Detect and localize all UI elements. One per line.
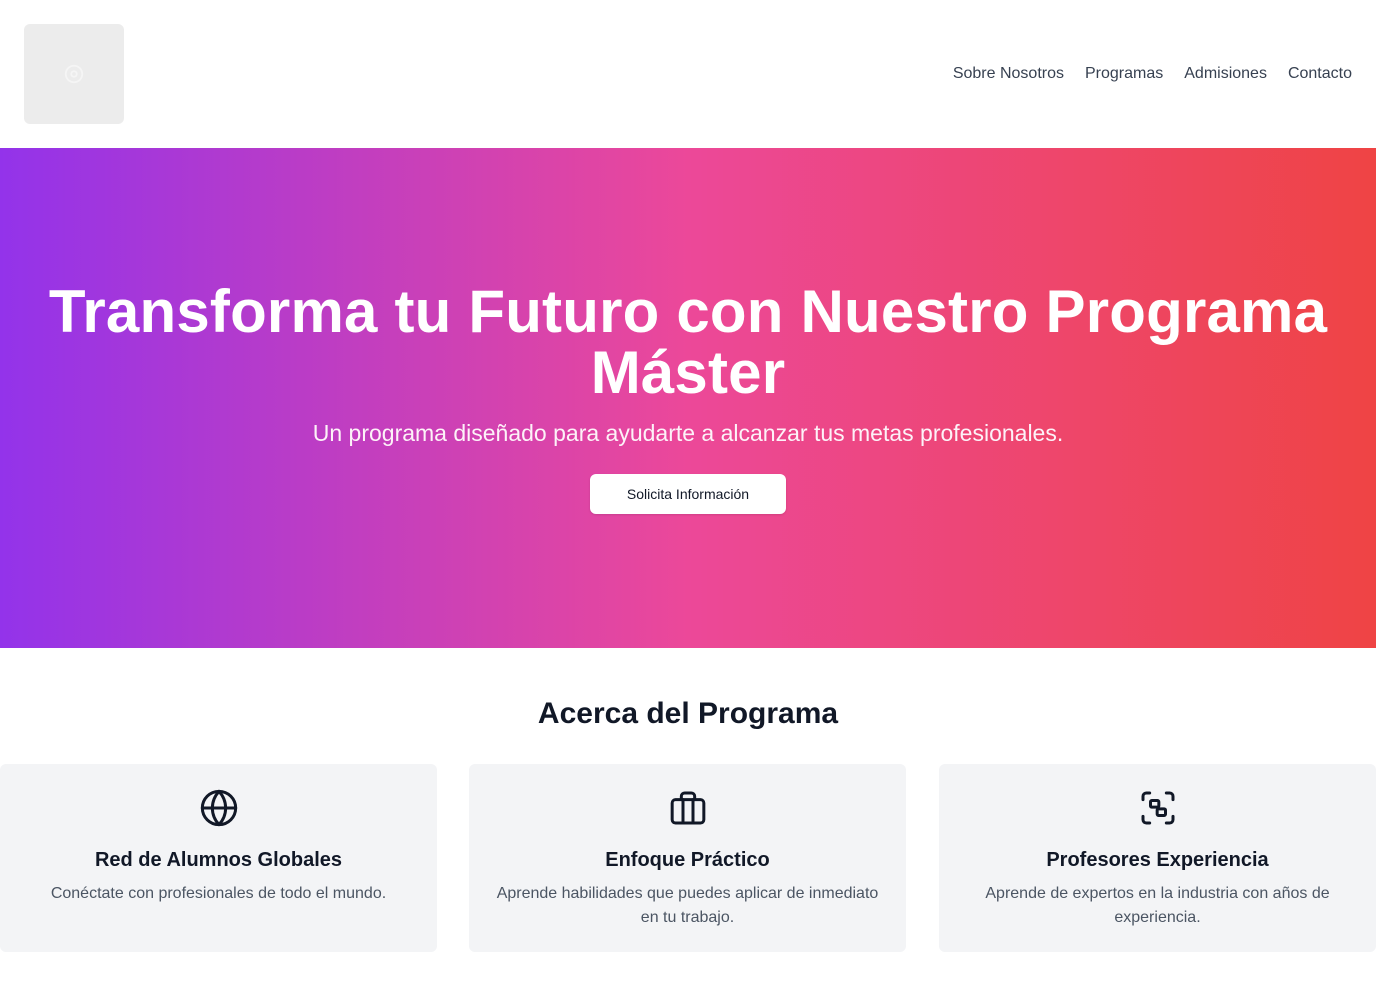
card-text: Aprende de expertos en la industria con … <box>985 885 1330 926</box>
feature-card-global-network: Red de Alumnos Globales Conéctate con pr… <box>0 764 437 952</box>
card-text: Aprende habilidades que puedes aplicar d… <box>496 885 879 926</box>
briefcase-icon <box>670 791 705 825</box>
logo[interactable] <box>24 24 124 124</box>
site-header: Sobre Nosotros Programas Admisiones Cont… <box>0 0 1376 148</box>
main-nav: Sobre Nosotros Programas Admisiones Cont… <box>953 62 1352 86</box>
card-title: Profesores Experiencia <box>1046 849 1269 871</box>
feature-card-experienced-faculty: Profesores Experiencia Aprende de expert… <box>939 764 1376 952</box>
card-text: Conéctate con profesionales de todo el m… <box>50 885 387 902</box>
feature-card-practical-approach: Enfoque Práctico Aprende habilidades que… <box>469 764 906 952</box>
hero-section: Transforma tu Futuro con Nuestro Program… <box>0 148 1376 648</box>
request-info-button[interactable]: Solicita Información <box>590 474 786 514</box>
hero-title: Transforma tu Futuro con Nuestro Program… <box>48 278 1328 406</box>
card-title: Red de Alumnos Globales <box>94 849 343 871</box>
hero-subtitle: Un programa diseñado para ayudarte a alc… <box>312 420 1064 446</box>
card-title: Enfoque Práctico <box>605 849 770 871</box>
scan-icon <box>1141 791 1174 825</box>
nav-programas[interactable]: Programas <box>1085 62 1163 86</box>
globe-icon <box>200 789 237 827</box>
image-placeholder-icon <box>64 64 84 84</box>
nav-admisiones[interactable]: Admisiones <box>1184 62 1267 86</box>
nav-contacto[interactable]: Contacto <box>1288 62 1352 86</box>
about-section-title: Acerca del Programa <box>537 697 839 730</box>
nav-sobre-nosotros[interactable]: Sobre Nosotros <box>953 62 1064 86</box>
